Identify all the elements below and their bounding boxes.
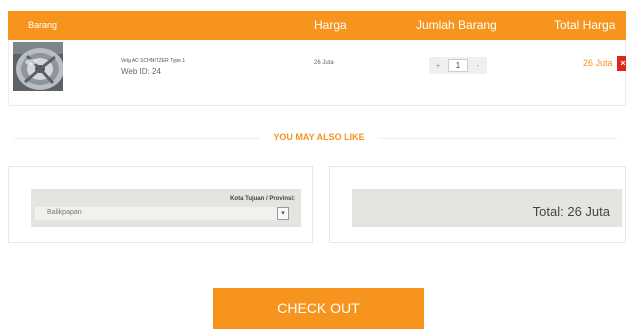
divider-right <box>378 138 618 139</box>
destination-city-select[interactable]: Balikpapan ▾ <box>35 207 289 220</box>
product-web-id: Web ID: 24 <box>121 67 161 76</box>
cart-item-row: Velg AC SCHNITZER Type 1 Web ID: 24 26 J… <box>8 40 626 106</box>
header-harga: Harga <box>314 18 347 32</box>
shipping-destination-label: Kota Tujuan / Provinsi: <box>230 196 295 202</box>
quantity-increase-button[interactable]: + <box>429 57 447 74</box>
quantity-input[interactable] <box>448 59 468 72</box>
divider-left <box>14 138 260 139</box>
wheel-rim-icon <box>13 42 63 91</box>
shipping-destination-box: Kota Tujuan / Provinsi: Balikpapan ▾ <box>8 166 313 243</box>
destination-city-value: Balikpapan <box>47 209 82 216</box>
order-total: Total: 26 Juta <box>532 204 610 219</box>
you-may-also-like-heading: YOU MAY ALSO LIKE <box>273 132 365 142</box>
header-total-harga: Total Harga <box>554 18 616 32</box>
order-total-panel: Total: 26 Juta <box>352 189 622 227</box>
chevron-down-icon[interactable]: ▾ <box>277 207 289 220</box>
header-jumlah-barang: Jumlah Barang <box>416 18 497 32</box>
row-total-price: 26 Juta <box>583 58 613 68</box>
quantity-stepper: + - <box>429 57 487 74</box>
product-name[interactable]: Velg AC SCHNITZER Type 1 <box>121 58 185 64</box>
header-barang: Barang <box>28 20 58 30</box>
product-price: 26 Juta <box>314 60 334 66</box>
product-image[interactable] <box>13 42 63 91</box>
quantity-decrease-button[interactable]: - <box>469 57 487 74</box>
shipping-panel: Kota Tujuan / Provinsi: Balikpapan ▾ <box>31 189 301 227</box>
checkout-button[interactable]: CHECK OUT <box>213 288 424 329</box>
cart-table-header: Barang Harga Jumlah Barang Total Harga <box>8 11 626 40</box>
close-icon: × <box>620 58 626 68</box>
order-total-box: Total: 26 Juta <box>329 166 626 243</box>
remove-item-button[interactable]: × <box>617 56 626 71</box>
